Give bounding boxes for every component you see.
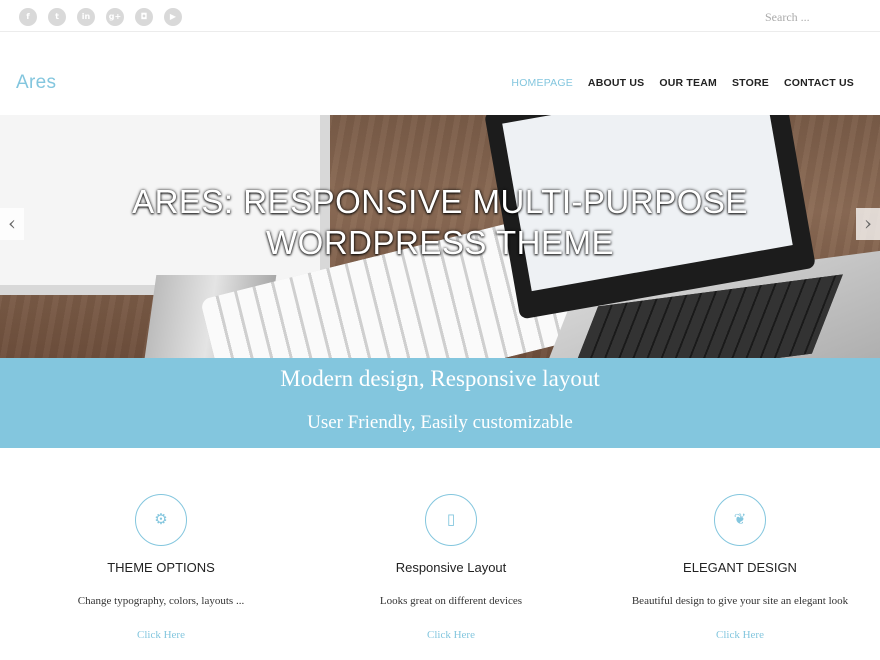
linkedin-icon[interactable]: in <box>77 8 95 26</box>
feature-description: Looks great on different devices <box>379 595 523 607</box>
slider-next-button[interactable]: › <box>856 208 880 240</box>
leaf-icon: ❦ <box>714 494 766 546</box>
social-links: f t in g+ ◘ ▶ <box>19 8 182 26</box>
hero-title-line-1: ARES: RESPONSIVE MULTI-PURPOSE <box>132 183 748 220</box>
search-input[interactable] <box>760 8 860 26</box>
feature-description: Beautiful design to give your site an el… <box>631 595 849 607</box>
main-nav: HOMEPAGE ABOUT US OUR TEAM STORE CONTACT… <box>511 77 854 89</box>
nav-item-contact-us[interactable]: CONTACT US <box>784 77 854 89</box>
features-section: ⚙ THEME OPTIONS Change typography, color… <box>0 448 880 660</box>
hero-title: ARES: RESPONSIVE MULTI-PURPOSE WORDPRESS… <box>0 181 880 263</box>
slider-prev-button[interactable]: ‹ <box>0 208 24 240</box>
site-header: Ares HOMEPAGE ABOUT US OUR TEAM STORE CO… <box>0 32 880 115</box>
feature-description: Change typography, colors, layouts ... <box>77 595 245 607</box>
nav-item-store[interactable]: STORE <box>732 77 769 89</box>
google-plus-icon[interactable]: g+ <box>106 8 124 26</box>
nav-item-homepage[interactable]: HOMEPAGE <box>511 77 573 89</box>
mobile-icon: ▯ <box>425 494 477 546</box>
tagline-subheadline: User Friendly, Easily customizable <box>307 412 573 433</box>
tagline-headline: Modern design, Responsive layout <box>280 366 600 391</box>
nav-item-our-team[interactable]: OUR TEAM <box>659 77 717 89</box>
feature-link[interactable]: Click Here <box>31 629 291 641</box>
tagline-band: Modern design, Responsive layout User Fr… <box>0 358 880 448</box>
feature-link[interactable]: Click Here <box>610 629 870 641</box>
hero-title-line-2: WORDPRESS THEME <box>266 224 614 261</box>
twitter-icon[interactable]: t <box>48 8 66 26</box>
facebook-icon[interactable]: f <box>19 8 37 26</box>
feature-link[interactable]: Click Here <box>321 629 581 641</box>
site-logo[interactable]: Ares <box>16 72 56 94</box>
instagram-icon[interactable]: ◘ <box>135 8 153 26</box>
feature-title: ELEGANT DESIGN <box>683 560 797 575</box>
feature-title: Responsive Layout <box>395 560 507 575</box>
top-bar: f t in g+ ◘ ▶ <box>0 0 880 32</box>
gears-icon: ⚙ <box>135 494 187 546</box>
feature-title: THEME OPTIONS <box>107 560 215 575</box>
hero-slider: ARES: RESPONSIVE MULTI-PURPOSE WORDPRESS… <box>0 115 880 358</box>
youtube-icon[interactable]: ▶ <box>164 8 182 26</box>
nav-item-about-us[interactable]: ABOUT US <box>588 77 644 89</box>
